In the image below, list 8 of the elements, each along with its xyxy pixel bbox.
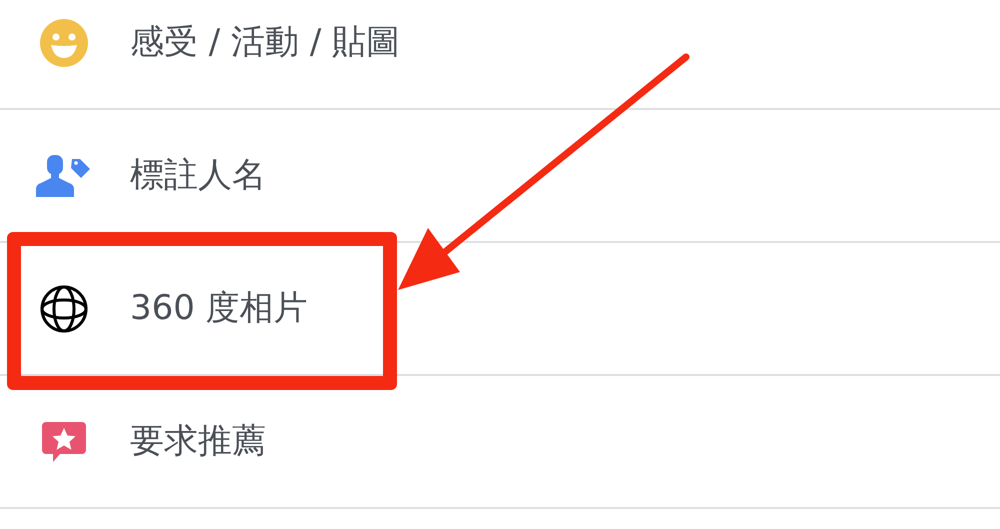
menu-item-label[interactable]: 要求推薦 (130, 416, 266, 467)
globe-icon (39, 284, 89, 334)
person-tag-icon (36, 152, 92, 198)
star-bubble-icon (41, 420, 87, 462)
smiley-icon (39, 18, 89, 68)
menu-item-label[interactable]: 感受 / 活動 / 貼圖 (130, 17, 400, 68)
menu-item-label[interactable]: 360 度相片 (130, 283, 308, 334)
menu-item-label[interactable]: 標註人名 (130, 150, 266, 201)
